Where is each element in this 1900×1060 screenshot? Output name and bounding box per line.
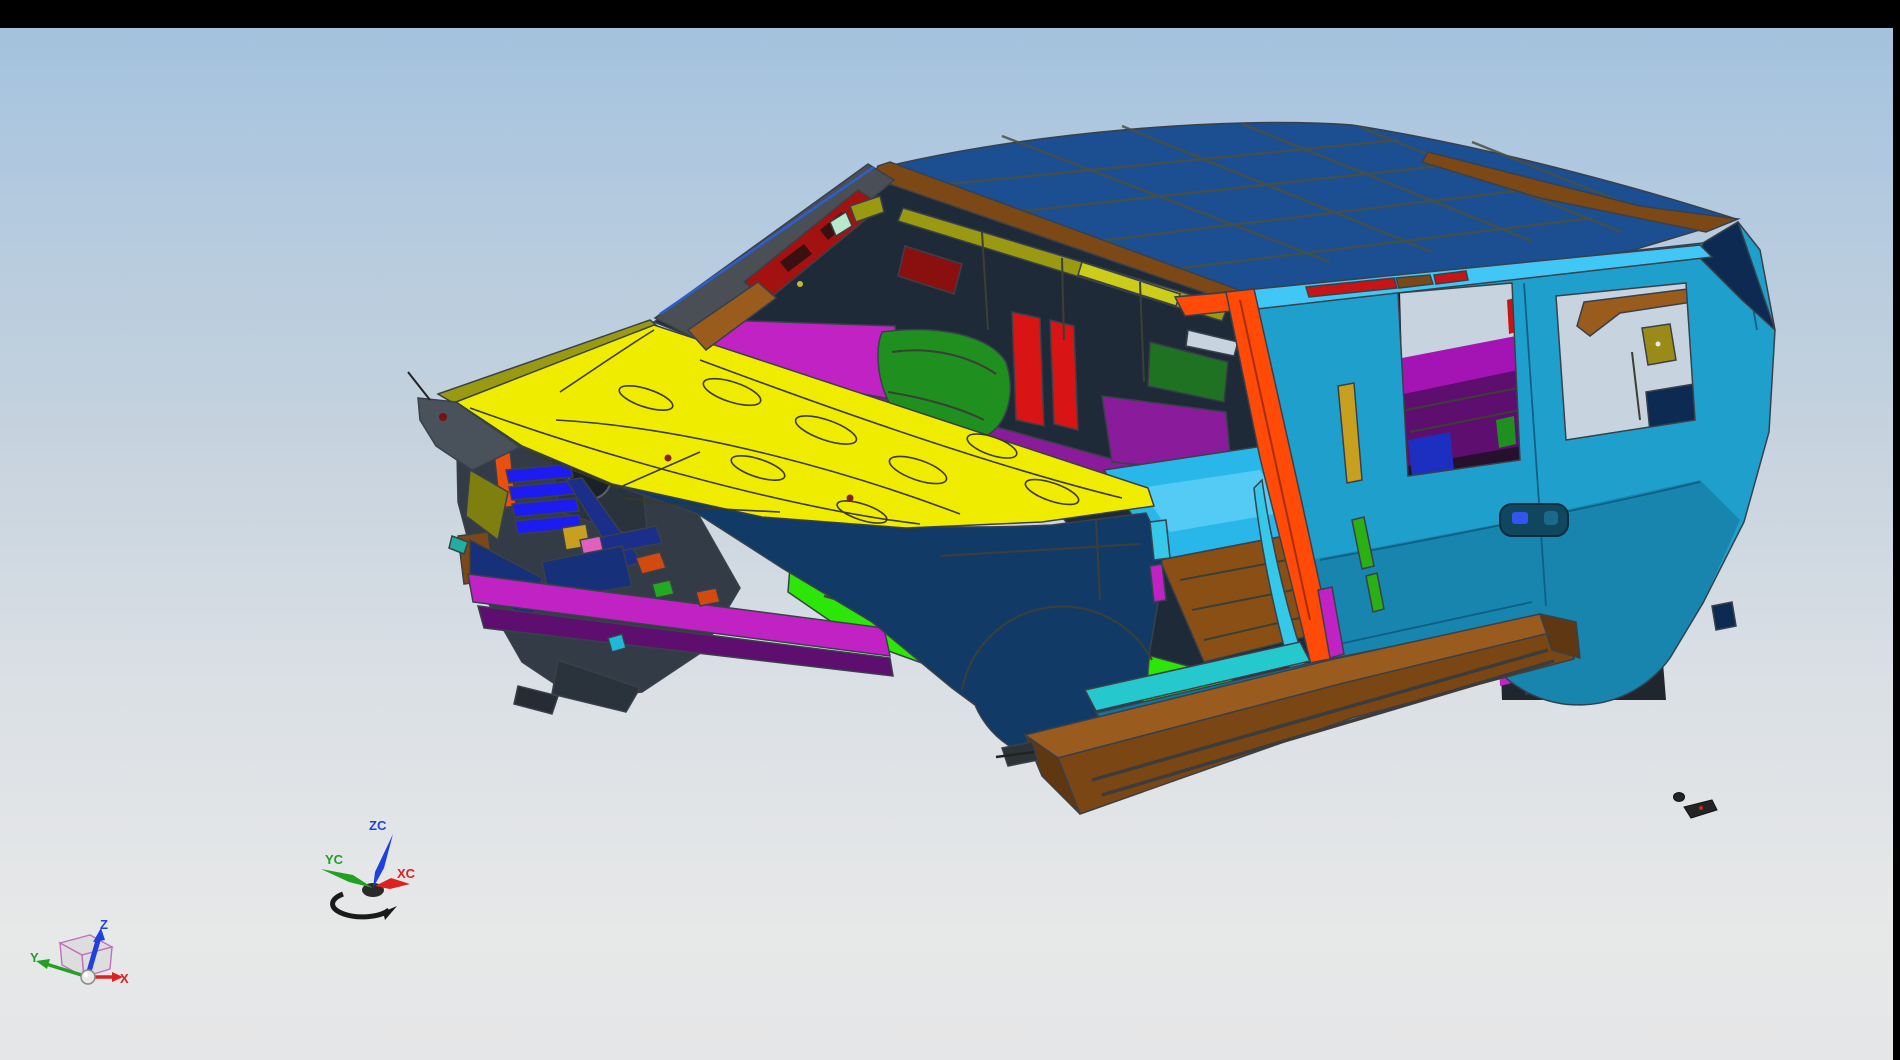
hood-bumper-dot <box>665 455 672 462</box>
wcs-rotation-ring[interactable] <box>333 894 389 917</box>
cad-scene: ZC YC XC Z Y X <box>0 0 1900 1060</box>
debris-dot[interactable] <box>1674 793 1685 802</box>
acs-z-label: Z <box>100 917 108 932</box>
window-right-frame-bar <box>1893 0 1900 1060</box>
debris-parts[interactable] <box>1674 793 1718 819</box>
acs-triad[interactable]: Z Y X <box>30 917 129 986</box>
3d-viewport[interactable]: ZC YC XC Z Y X <box>0 0 1900 1060</box>
air-dam-tab <box>514 686 558 714</box>
wcs-y-axis-arrow[interactable] <box>321 869 373 888</box>
cap-red-dot <box>439 413 447 421</box>
fascia-orange-bit-2 <box>696 588 720 606</box>
acs-y-label: Y <box>30 950 39 965</box>
acs-x-label: X <box>120 971 129 986</box>
acs-sphere-highlight <box>84 973 89 978</box>
wcs-triad[interactable]: ZC YC XC <box>321 818 416 920</box>
wcs-y-label: YC <box>325 852 344 867</box>
cad-application-window: ZC YC XC Z Y X <box>0 0 1900 1060</box>
hood-bumper-dot-2 <box>847 495 854 502</box>
wcs-x-label: XC <box>397 866 416 881</box>
door-handle[interactable] <box>1500 504 1568 536</box>
wcs-ring-arrowhead <box>383 906 397 920</box>
plate-hole <box>1656 342 1661 347</box>
acs-origin-sphere[interactable] <box>81 970 95 984</box>
handle-blue-bit <box>1512 512 1528 524</box>
fascia-cyan-bit <box>608 634 626 652</box>
debris-red-speck <box>1699 806 1703 810</box>
rear-bracket <box>1712 602 1736 630</box>
fascia-green-bit <box>652 580 674 598</box>
dash-beam-red[interactable] <box>1012 312 1044 426</box>
cap-whisker <box>408 372 430 400</box>
hinge-pillar-cyan <box>1150 520 1170 560</box>
handle-recess <box>1544 511 1558 525</box>
wcs-z-label: ZC <box>369 818 387 833</box>
a-pillar-bolt <box>797 281 803 287</box>
cargo-green-bit <box>1496 416 1516 448</box>
window-top-frame-bar <box>0 0 1900 28</box>
